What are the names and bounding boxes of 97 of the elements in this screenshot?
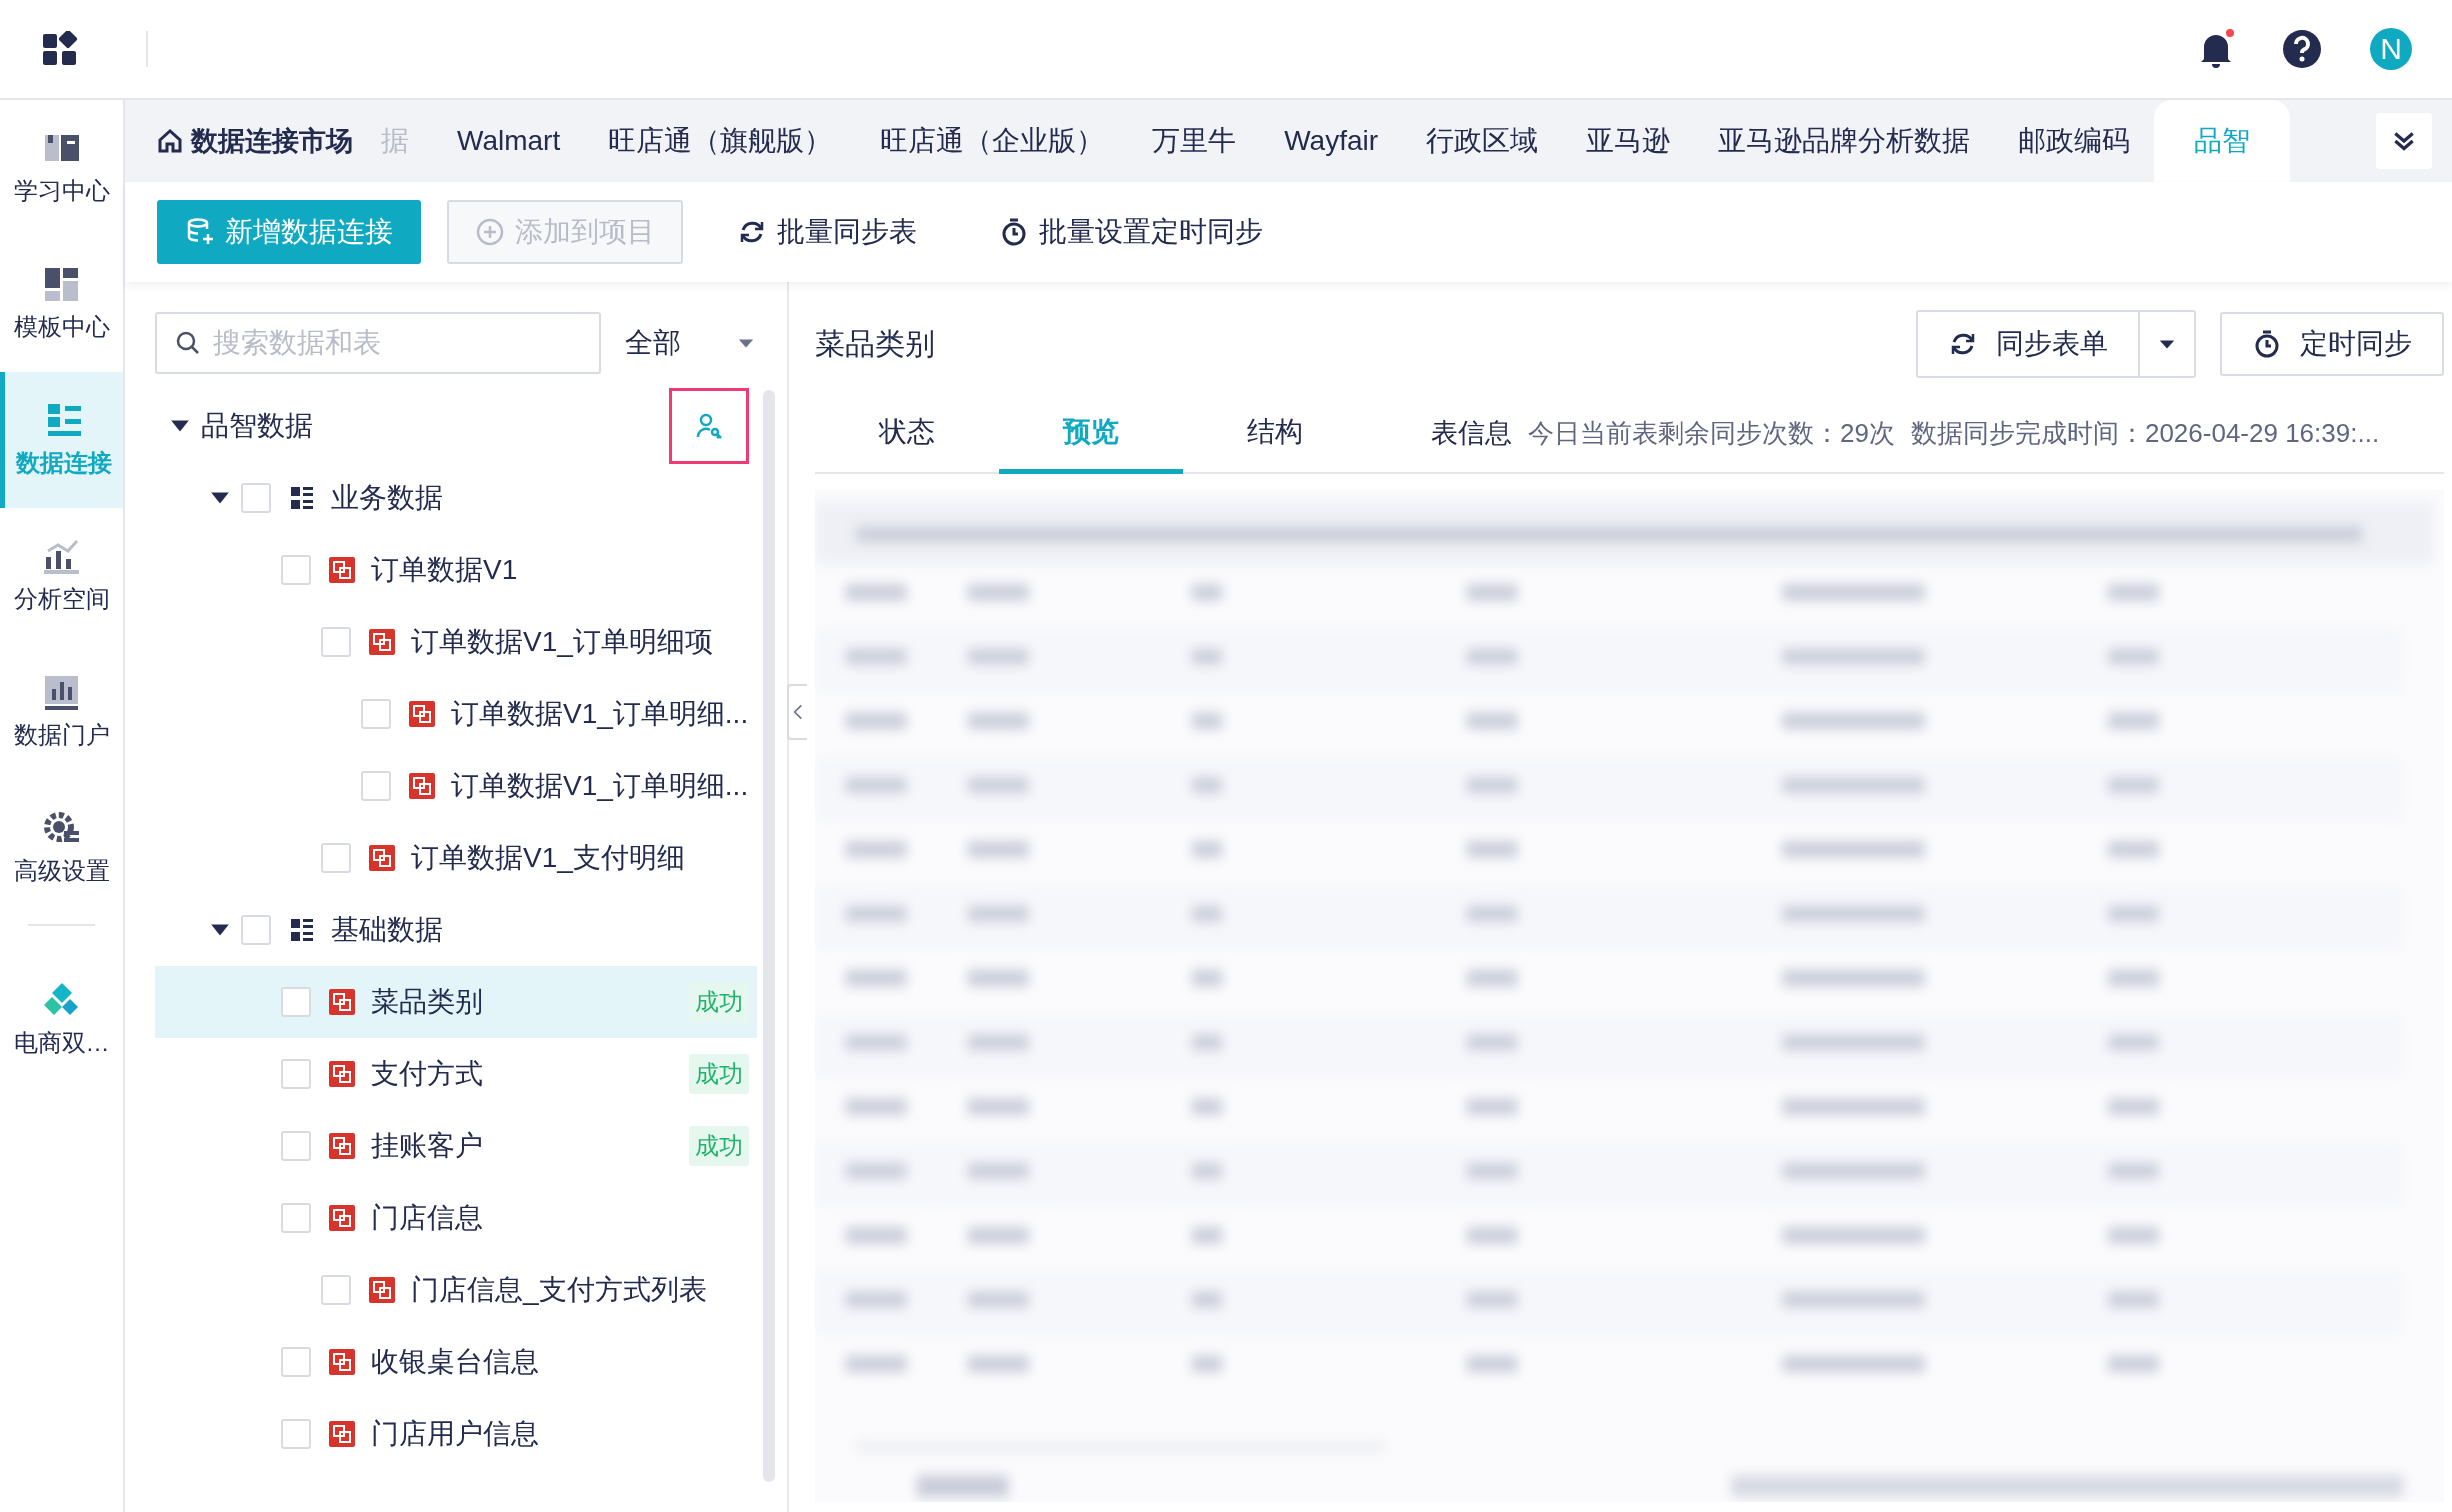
table-icon [329,989,355,1015]
tab[interactable]: 邮政编码 [1994,100,2155,182]
portal-icon [42,673,81,711]
table-label[interactable]: 挂账客户 [371,1127,679,1165]
table-icon [329,1061,355,1087]
checkbox[interactable] [281,1347,311,1377]
tab[interactable]: 结构 [1183,394,1367,474]
table-title: 菜品类别 [815,325,936,362]
checkbox[interactable] [281,1419,311,1449]
tab[interactable]: Walmart [433,100,585,182]
chevron-left-icon [793,703,803,721]
schedule-sync-button[interactable]: 定时同步 [2220,312,2444,376]
sidebar-item[interactable]: 分析空间 [0,508,123,644]
checkbox[interactable] [281,1203,311,1233]
market-link[interactable]: 数据连接市场 [157,100,353,182]
table-label[interactable]: 订单数据V1_订单明细... [451,767,749,805]
help-icon[interactable] [2282,29,2322,69]
table-label[interactable]: 门店用户信息 [371,1415,749,1453]
folder-grid-icon [289,917,315,943]
sidebar-item[interactable]: 电商双… [0,952,123,1088]
user-key-icon[interactable] [695,412,723,440]
sidebar-item-label: 分析空间 [13,584,110,614]
sidebar-item[interactable]: 数据门户 [0,644,123,780]
checkbox[interactable] [361,771,391,801]
sidebar-item[interactable]: 学习中心 [0,100,123,236]
folder-grid-icon [289,485,315,511]
table-label[interactable]: 订单数据V1_支付明细 [411,839,749,877]
sidebar-item-label: 电商双… [13,1028,110,1058]
sidebar-item-label: 学习中心 [13,176,110,206]
table-icon [369,845,395,871]
filter-dropdown[interactable]: 全部 [625,312,767,374]
sidebar-item-label: 高级设置 [13,856,110,886]
scrollbar[interactable] [763,390,775,1482]
status-badge: 成功 [689,1054,749,1094]
more-tabs-button[interactable] [2376,113,2432,169]
status-badge: 成功 [689,1126,749,1166]
checkbox[interactable] [281,987,311,1017]
table-label[interactable]: 门店信息 [371,1199,749,1237]
tab[interactable]: 旺店通（企业版） [856,100,1129,182]
info-label: 表信息 [1431,417,1512,450]
table-icon [329,1421,355,1447]
checkbox[interactable] [281,1059,311,1089]
table-icon [369,1277,395,1303]
table-icon [329,1205,355,1231]
sidebar-item-label: 数据连接 [16,448,112,478]
tab[interactable]: 亚马逊 [1562,100,1695,182]
checkbox[interactable] [321,1275,351,1305]
plus-circle-icon [475,217,505,247]
apps-icon[interactable] [42,31,78,67]
sidebar-item-label: 模板中心 [13,312,110,342]
sidebar-item-label: 数据门户 [13,720,110,750]
checkbox[interactable] [321,843,351,873]
checkbox[interactable] [241,483,271,513]
checkbox[interactable] [281,555,311,585]
sidebar-item[interactable]: 模板中心 [0,236,123,372]
checkbox[interactable] [321,627,351,657]
home-icon [157,128,183,154]
info-text: 数据同步完成时间：2026-04-29 16:39:... [1910,416,2380,450]
toolbar-button[interactable]: 批量同步表 [709,200,945,264]
tab[interactable]: 亚马逊品牌分析数据 [1694,100,1995,182]
table-icon [329,1349,355,1375]
checkbox[interactable] [241,915,271,945]
table-label[interactable]: 门店信息_支付方式列表 [411,1271,749,1309]
table-label[interactable]: 支付方式 [371,1055,679,1093]
tab[interactable]: 行政区域 [1402,100,1563,182]
table-label[interactable]: 订单数据V1_订单明细项 [411,623,749,661]
tree-folder-label[interactable]: 业务数据 [331,479,749,517]
tab[interactable]: 万里牛 [1128,100,1261,182]
table-icon [329,557,355,583]
table-label[interactable]: 菜品类别 [371,983,679,1021]
tab[interactable]: 旺店通（旗舰版） [584,100,857,182]
table-label[interactable]: 收银桌台信息 [371,1343,749,1381]
info-text: 今日当前表剩余同步次数：29次 [1528,416,1895,450]
analysis-icon [42,537,81,575]
toolbar-button[interactable]: 批量设置定时同步 [971,200,1291,264]
tab[interactable]: Wayfair [1260,100,1403,182]
tab[interactable]: 状态 [815,394,999,474]
market-link-label: 数据连接市场 [191,125,353,158]
table-icon [369,629,395,655]
checkbox[interactable] [361,699,391,729]
template-icon [42,265,81,303]
table-icon [409,701,435,727]
database-add-icon [185,217,215,247]
collapse-panel-button[interactable] [787,684,807,740]
table-label[interactable]: 订单数据V1 [371,551,749,589]
highlight-frame[interactable] [669,388,749,464]
search-field[interactable]: 搜索数据和表 [155,312,601,374]
sidebar-item[interactable]: 高级设置 [0,780,123,916]
table-label[interactable]: 订单数据V1_订单明细... [451,695,749,733]
table-icon [409,773,435,799]
table-icon [329,1133,355,1159]
tree-folder-label[interactable]: 基础数据 [331,911,749,949]
dropdown-button[interactable] [2138,312,2194,376]
status-badge: 成功 [689,982,749,1022]
tree-root-label[interactable]: 品智数据 [201,407,659,445]
selected-row-background[interactable]: 菜品类别 成功 [155,966,757,1038]
checkbox[interactable] [281,1131,311,1161]
